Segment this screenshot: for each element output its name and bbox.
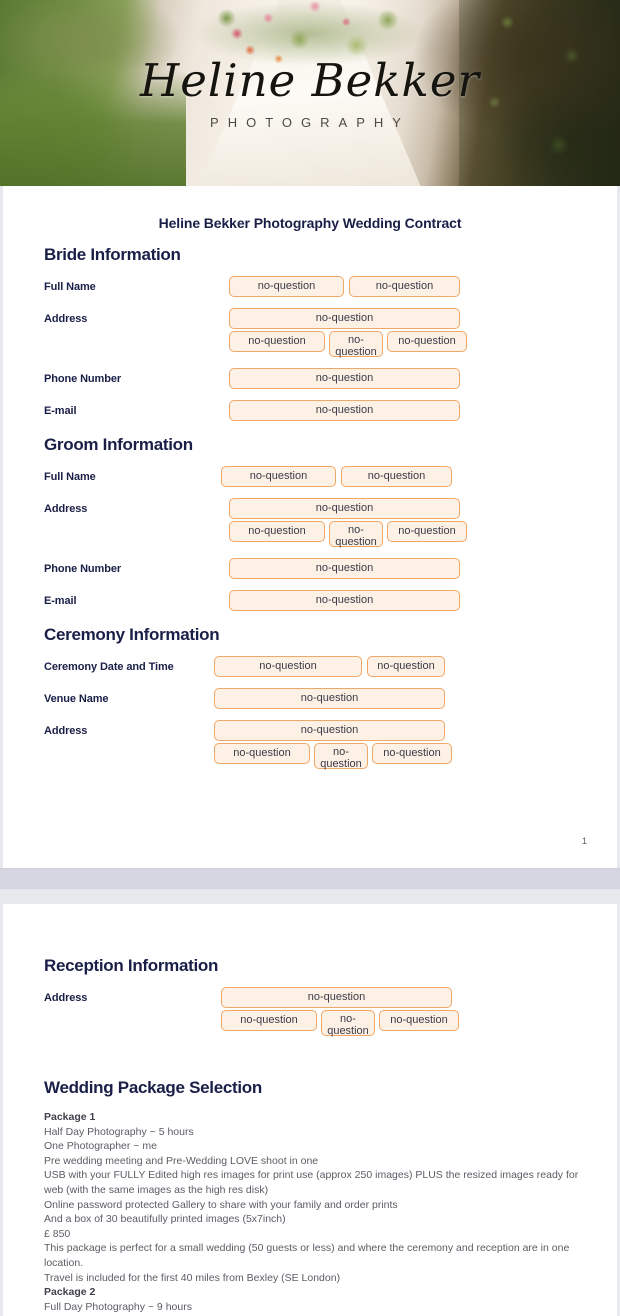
section-bride-information: Bride Information Full Name no-question … [3, 245, 617, 421]
section-ceremony-information: Ceremony Information Ceremony Date and T… [3, 625, 617, 770]
field-row-groom-email: E-mail no-question [3, 590, 617, 611]
label-ceremony-address: Address [44, 725, 88, 737]
input-bride-phone[interactable]: no-question [229, 368, 460, 389]
document-page-2: Reception Information Address no-questio… [3, 904, 617, 1316]
input-groom-city[interactable]: no-question [229, 521, 325, 542]
input-groom-first-name[interactable]: no-question [221, 466, 336, 487]
input-ceremony-state[interactable]: no-question [314, 743, 368, 770]
field-row-reception-address: Address no-question no-question no-quest… [3, 987, 617, 1037]
label-reception-address: Address [44, 992, 88, 1004]
groom-full-name-inputs: no-question no-question [221, 466, 617, 487]
field-row-ceremony-address: Address no-question no-question no-quest… [3, 720, 617, 770]
input-reception-postcode[interactable]: no-question [379, 1010, 459, 1031]
field-row-groom-address: Address no-question no-question no-quest… [3, 498, 617, 548]
package-1-line-8: Travel is included for the first 40 mile… [44, 1271, 341, 1284]
input-ceremony-city[interactable]: no-question [214, 743, 310, 764]
field-row-groom-full-name: Full Name no-question no-question [3, 466, 617, 487]
page-break-separator [0, 868, 620, 890]
reception-address-detail-inputs: no-question no-question no-question [221, 1010, 617, 1037]
field-row-bride-phone: Phone Number no-question [3, 368, 617, 389]
section-heading-reception: Reception Information [44, 956, 219, 975]
label-groom-email: E-mail [44, 595, 77, 607]
package-1-line-0: Half Day Photography ~ 5 hours [44, 1125, 194, 1138]
input-bride-postcode[interactable]: no-question [387, 331, 467, 352]
document-page-1: Heline Bekker PHOTOGRAPHY Heline Bekker … [0, 0, 620, 868]
bride-address-detail-inputs: no-question no-question no-question [229, 331, 617, 358]
input-groom-state[interactable]: no-question [329, 521, 383, 548]
package-1-line-6: £ 850 [44, 1227, 71, 1240]
input-bride-first-name[interactable]: no-question [229, 276, 344, 297]
ceremony-venue-input-wrap: no-question [214, 688, 617, 709]
section-heading-ceremony: Ceremony Information [44, 625, 220, 644]
field-row-ceremony-venue: Venue Name no-question [3, 688, 617, 709]
label-groom-full-name: Full Name [44, 471, 96, 483]
document-viewer[interactable]: Heline Bekker PHOTOGRAPHY Heline Bekker … [0, 0, 620, 1316]
section-reception-information: Reception Information Address no-questio… [3, 904, 617, 1037]
input-bride-street-address[interactable]: no-question [229, 308, 460, 329]
label-ceremony-date-time: Ceremony Date and Time [44, 661, 174, 673]
package-details-text: Package 1 Half Day Photography ~ 5 hours… [3, 1110, 617, 1316]
section-wedding-package-selection: Wedding Package Selection Package 1 Half… [3, 1078, 617, 1316]
input-ceremony-venue-name[interactable]: no-question [214, 688, 445, 709]
package-1-line-1: One Photographer ~ me [44, 1140, 157, 1153]
brand-tagline: PHOTOGRAPHY [210, 115, 410, 130]
label-bride-full-name: Full Name [44, 281, 96, 293]
label-groom-address: Address [44, 503, 88, 515]
input-reception-street-address[interactable]: no-question [221, 987, 452, 1008]
bride-full-name-inputs: no-question no-question [229, 276, 617, 297]
input-ceremony-postcode[interactable]: no-question [372, 743, 452, 764]
field-row-bride-email: E-mail no-question [3, 400, 617, 421]
ceremony-date-time-inputs: no-question no-question [214, 656, 617, 677]
input-groom-street-address[interactable]: no-question [229, 498, 460, 519]
input-bride-last-name[interactable]: no-question [349, 276, 460, 297]
groom-address-detail-inputs: no-question no-question no-question [229, 521, 617, 548]
package-2-line-0: Full Day Photography ~ 9 hours [44, 1300, 192, 1313]
label-groom-phone: Phone Number [44, 563, 122, 575]
field-row-ceremony-date-time: Ceremony Date and Time no-question no-qu… [3, 656, 617, 677]
label-bride-phone: Phone Number [44, 373, 122, 385]
brand-name: Heline Bekker [140, 54, 480, 107]
input-bride-email[interactable]: no-question [229, 400, 460, 421]
label-ceremony-venue: Venue Name [44, 693, 109, 705]
package-1-line-2: Pre wedding meeting and Pre-Wedding LOVE… [44, 1154, 319, 1167]
brand-logo: Heline Bekker PHOTOGRAPHY [0, 58, 620, 130]
input-groom-phone[interactable]: no-question [229, 558, 460, 579]
package-1-line-4: Online password protected Gallery to sha… [44, 1198, 398, 1211]
input-ceremony-street-address[interactable]: no-question [214, 720, 445, 741]
package-1-line-7: This package is perfect for a small wedd… [44, 1242, 570, 1269]
input-groom-email[interactable]: no-question [229, 590, 460, 611]
section-heading-packages: Wedding Package Selection [44, 1078, 262, 1097]
field-row-groom-phone: Phone Number no-question [3, 558, 617, 579]
input-ceremony-date[interactable]: no-question [214, 656, 362, 677]
page-title: Heline Bekker Photography Wedding Contra… [158, 215, 462, 231]
section-groom-information: Groom Information Full Name no-question … [3, 435, 617, 611]
input-groom-last-name[interactable]: no-question [341, 466, 452, 487]
package-1-name: Package 1 [44, 1111, 96, 1123]
label-bride-address: Address [44, 313, 88, 325]
ceremony-address-detail-inputs: no-question no-question no-question [214, 743, 617, 770]
input-reception-city[interactable]: no-question [221, 1010, 317, 1031]
input-ceremony-time[interactable]: no-question [367, 656, 445, 677]
section-heading-bride: Bride Information [44, 245, 181, 264]
input-bride-state[interactable]: no-question [329, 331, 383, 358]
page-number-1: 1 [581, 836, 587, 846]
section-heading-groom: Groom Information [44, 435, 193, 454]
field-row-bride-address: Address no-question no-question no-quest… [3, 308, 617, 358]
package-1-line-5: And a box of 30 beautifully printed imag… [44, 1213, 286, 1226]
package-2-name: Package 2 [44, 1286, 96, 1299]
header-banner-image: Heline Bekker PHOTOGRAPHY [0, 0, 620, 186]
input-reception-state[interactable]: no-question [321, 1010, 375, 1037]
field-row-bride-full-name: Full Name no-question no-question [3, 276, 617, 297]
package-1-line-3: USB with your FULLY Edited high res imag… [44, 1169, 579, 1196]
input-groom-postcode[interactable]: no-question [387, 521, 467, 542]
label-bride-email: E-mail [44, 405, 77, 417]
input-bride-city[interactable]: no-question [229, 331, 325, 352]
